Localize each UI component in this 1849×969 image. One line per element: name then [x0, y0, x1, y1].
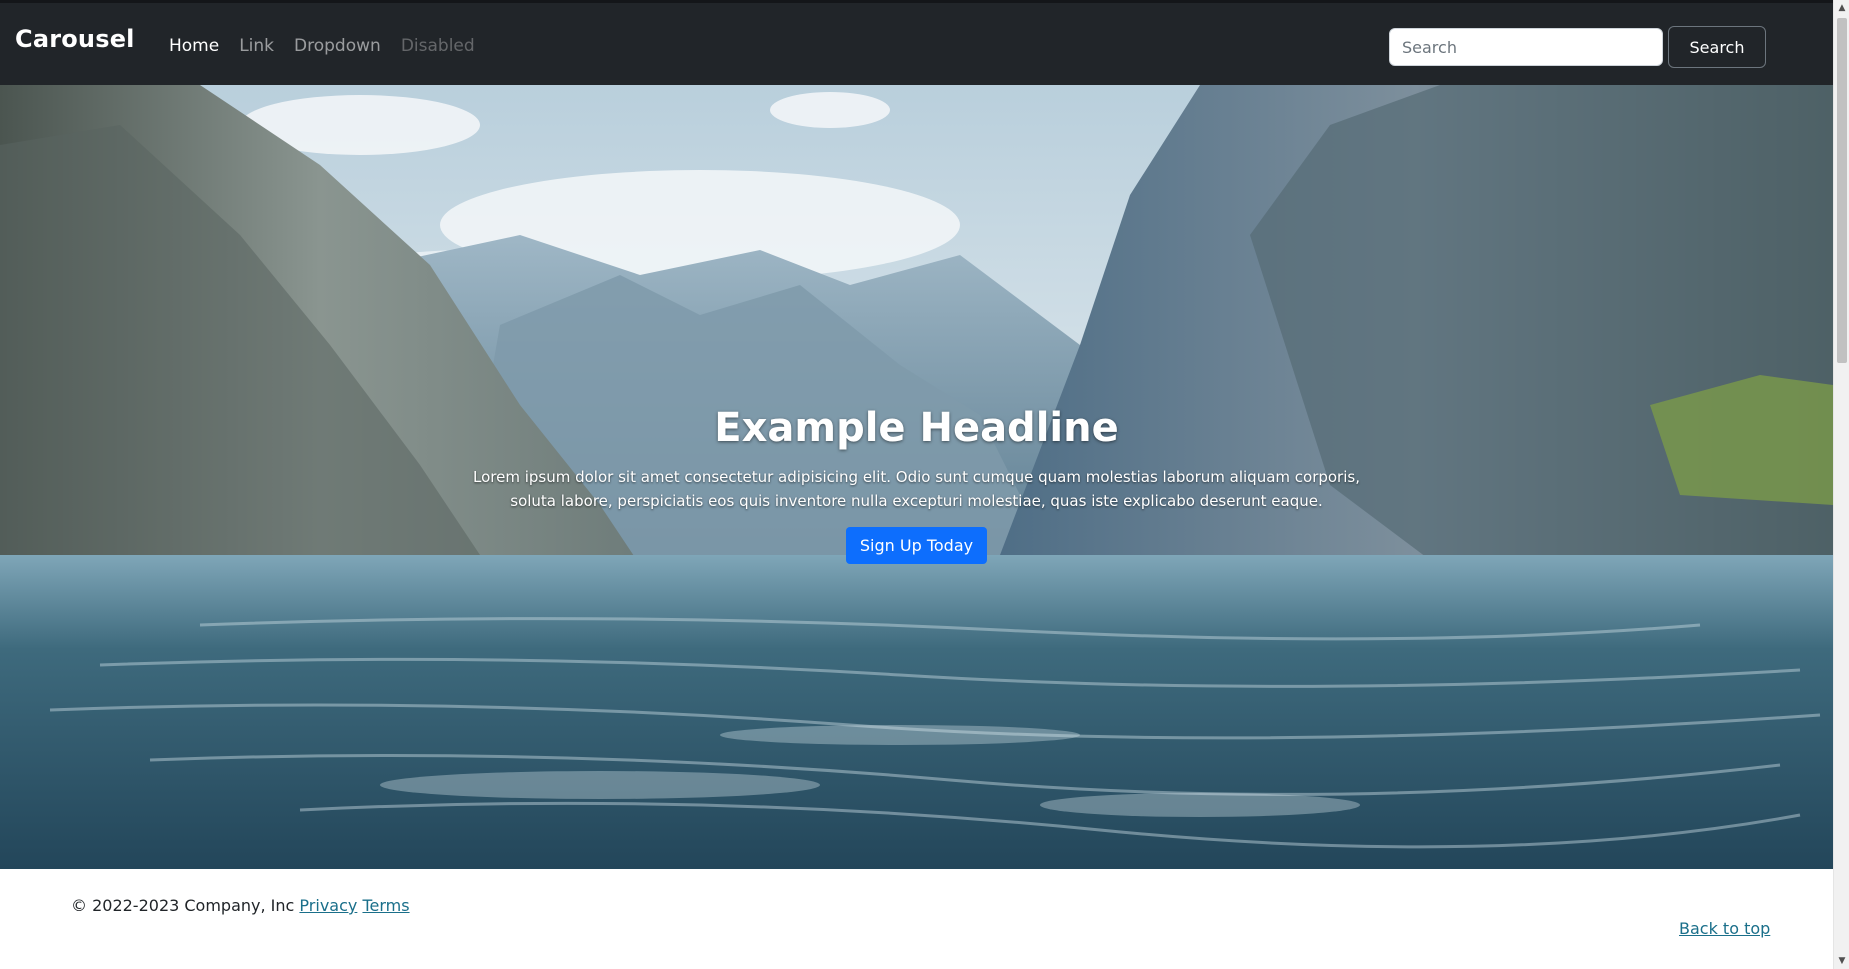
brand-link[interactable]: Carousel — [15, 25, 135, 53]
nav-link-dropdown[interactable]: Dropdown — [294, 36, 381, 56]
copyright-text: © 2022-2023 Company, Inc — [71, 896, 295, 915]
hero-headline: Example Headline — [714, 405, 1119, 451]
page-footer: © 2022-2023 Company, Inc Privacy Terms B… — [0, 869, 1833, 969]
search-button[interactable]: Search — [1668, 26, 1766, 68]
page: Carousel Home Link Dropdown Disabled Sea… — [0, 0, 1833, 969]
footer-copyright: © 2022-2023 Company, Inc Privacy Terms — [71, 896, 410, 915]
nav-link-disabled: Disabled — [400, 36, 475, 56]
scroll-down-arrow-icon[interactable]: ▼ — [1834, 953, 1849, 969]
hero-body-text: Lorem ipsum dolor sit amet consectetur a… — [473, 468, 1360, 510]
back-to-top-link[interactable]: Back to top — [1679, 919, 1770, 938]
top-navbar: Carousel Home Link Dropdown Disabled Sea… — [0, 0, 1833, 85]
carousel-caption: Example Headline Lorem ipsum dolor sit a… — [0, 405, 1833, 564]
privacy-link[interactable]: Privacy — [299, 896, 357, 915]
nav-link-home[interactable]: Home — [169, 36, 219, 56]
nav-links: Home Link Dropdown Disabled — [169, 36, 475, 56]
browser-viewport: Carousel Home Link Dropdown Disabled Sea… — [0, 0, 1849, 969]
scroll-up-arrow-icon[interactable]: ▲ — [1834, 0, 1849, 16]
sign-up-button[interactable]: Sign Up Today — [845, 527, 988, 564]
carousel-slide: Example Headline Lorem ipsum dolor sit a… — [0, 85, 1833, 869]
terms-link[interactable]: Terms — [362, 896, 409, 915]
scrollbar-thumb[interactable] — [1837, 18, 1847, 363]
search-input[interactable] — [1389, 28, 1663, 66]
nav-link-link[interactable]: Link — [239, 36, 274, 56]
vertical-scrollbar[interactable]: ▲ ▼ — [1833, 0, 1849, 969]
